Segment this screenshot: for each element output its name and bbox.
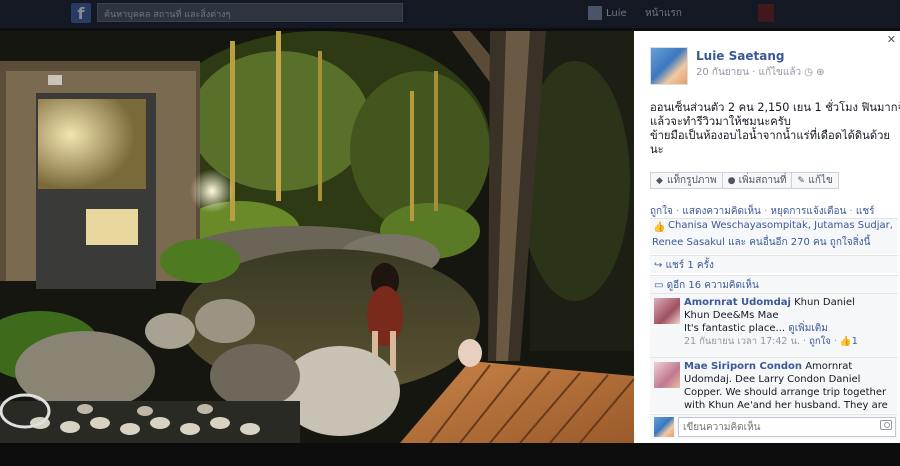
post-date[interactable]: 20 กันยายน xyxy=(696,67,749,78)
view-more-comments-label: ดูอีก 16 ความคิดเห็น xyxy=(666,280,759,291)
location-pin-icon: ● xyxy=(727,176,736,186)
comment-text: Udomdaj. Dee Larry Condon Daniel xyxy=(684,374,861,385)
likes-line[interactable]: Chanisa Weschayasompitak, Jutamas Sudjar… xyxy=(668,220,893,231)
tag-icon: ◆ xyxy=(656,176,663,186)
add-location-label: เพิ่มสถานที่ xyxy=(738,175,787,186)
camera-icon[interactable] xyxy=(880,420,892,430)
write-comment-row xyxy=(650,414,898,439)
comment-input[interactable] xyxy=(678,417,896,437)
comment-item: Mae Siriporn Condon Amornrat Udomdaj. De… xyxy=(650,357,898,413)
tag-photo-button[interactable]: ◆ แท็กรูปภาพ xyxy=(650,172,723,189)
comment-like-count[interactable]: 1 xyxy=(852,336,858,347)
share-link[interactable]: แชร์ xyxy=(856,206,875,217)
privacy-globe-icon[interactable]: ⊕ xyxy=(816,67,824,78)
comment-text: Khun Daniel xyxy=(794,297,855,308)
comment-body: Mae Siriporn Condon Amornrat Udomdaj. De… xyxy=(684,360,896,412)
profile-link[interactable]: Luie xyxy=(588,6,627,20)
owner-name-link[interactable]: Luie Saetang xyxy=(696,49,784,63)
photo-actions: ◆ แท็กรูปภาพ ● เพิ่มสถานที่ ✎ แก้ไข xyxy=(650,172,839,189)
comment-link[interactable]: แสดงความคิดเห็น xyxy=(682,206,760,217)
post-meta: 20 กันยายน · แก้ไขแล้ว ◷ ⊕ xyxy=(696,67,825,78)
facebook-logo[interactable]: f xyxy=(71,3,91,23)
commenter-avatar[interactable] xyxy=(654,362,680,388)
comment-text: Amornrat xyxy=(805,361,853,372)
search-placeholder: ค้นหาบุคคล สถานที่ และสิ่งต่างๆ xyxy=(104,10,231,20)
caption-line: ข้ายมือเป็นห้องอบไอน้ำจากน้ำแร่ที่เดือดไ… xyxy=(650,129,890,142)
likes-summary: 👍 Chanisa Weschayasompitak, Jutamas Sudj… xyxy=(650,218,898,254)
comment-bubble-icon: ▭ xyxy=(654,280,667,291)
comment-body: Amornrat Udomdaj Khun Daniel Khun Dee&Ms… xyxy=(684,296,896,348)
comment-author[interactable]: Mae Siriporn Condon xyxy=(684,361,802,372)
photo-viewer[interactable] xyxy=(0,31,634,443)
stop-notifications-link[interactable]: หยุดการแจ้งเตือน xyxy=(770,206,846,217)
user-avatar-small xyxy=(588,6,602,20)
caption-line: ออนเซ็นส่วนตัว 2 คน 2,150 เยน 1 ชั่วโมง … xyxy=(650,101,900,114)
like-link[interactable]: ถูกใจ xyxy=(650,206,673,217)
shares-link[interactable]: ↪ แชร์ 1 ครั้ง xyxy=(650,255,898,273)
tag-photo-label: แท็กรูปภาพ xyxy=(667,175,717,186)
comment-text: It's fantastic place... xyxy=(684,323,786,334)
comment-meta: 21 กันยายน เวลา 17:42 น. · ถูกใจ · 👍1 xyxy=(684,336,858,347)
post-details-panel: ✕ Luie Saetang 20 กันยายน · แก้ไขแล้ว ◷ … xyxy=(634,31,900,443)
comment-text: Copper. We should arrange trip together xyxy=(684,387,887,398)
caption-line: แล้วจะทำรีวิวมาให้ชมนะครับ xyxy=(650,115,791,128)
home-link[interactable]: หน้าแรก xyxy=(645,6,682,21)
bottom-strip xyxy=(0,443,900,466)
comment-author[interactable]: Amornrat Udomdaj xyxy=(684,297,791,308)
comment-text: Khun Dee&Ms Mae xyxy=(684,310,779,321)
top-navigation-bar: f ค้นหาบุคคล สถานที่ และสิ่งต่างๆ Luie ห… xyxy=(0,0,900,28)
post-links: ถูกใจ · แสดงความคิดเห็น · หยุดการแจ้งเตื… xyxy=(650,206,875,217)
likes-line[interactable]: Renee Sasakul และ คนอื่นอีก 270 คน ถูกใจ… xyxy=(652,235,870,250)
comment-like-link[interactable]: ถูกใจ xyxy=(809,336,831,347)
edit-label: แก้ไข xyxy=(808,175,833,186)
onsen-photo xyxy=(0,31,634,443)
notifications-icon[interactable] xyxy=(758,4,774,22)
search-input[interactable]: ค้นหาบุคคล สถานที่ และสิ่งต่างๆ xyxy=(97,3,403,22)
add-location-button[interactable]: ● เพิ่มสถานที่ xyxy=(722,172,793,189)
pencil-icon: ✎ xyxy=(797,176,805,186)
caption-line: นะ xyxy=(650,143,664,156)
user-name: Luie xyxy=(606,8,627,19)
commenter-avatar[interactable] xyxy=(654,298,680,324)
see-more-link[interactable]: ดูเพิ่มเติม xyxy=(788,323,828,334)
comment-like-thumb-icon[interactable]: 👍 xyxy=(840,336,852,347)
close-icon[interactable]: ✕ xyxy=(887,33,896,46)
comment-time[interactable]: 21 กันยายน เวลา 17:42 น. xyxy=(684,336,800,347)
comment-item: Amornrat Udomdaj Khun Daniel Khun Dee&Ms… xyxy=(650,293,898,357)
current-user-avatar xyxy=(654,417,674,437)
edited-label[interactable]: แก้ไขแล้ว xyxy=(759,67,802,78)
shares-label: แชร์ 1 ครั้ง xyxy=(665,260,714,271)
like-thumb-icon: 👍 xyxy=(653,222,666,233)
comment-text: with Khun Ae'and her husband. They are xyxy=(684,400,888,411)
owner-avatar[interactable] xyxy=(650,47,688,85)
view-more-comments-link[interactable]: ▭ ดูอีก 16 ความคิดเห็น xyxy=(650,275,898,293)
edit-button[interactable]: ✎ แก้ไข xyxy=(792,172,839,189)
clock-icon: ◷ xyxy=(804,67,817,78)
post-caption: ออนเซ็นส่วนตัว 2 คน 2,150 เยน 1 ชั่วโมง … xyxy=(650,101,900,157)
share-icon: ↪ xyxy=(654,260,666,271)
